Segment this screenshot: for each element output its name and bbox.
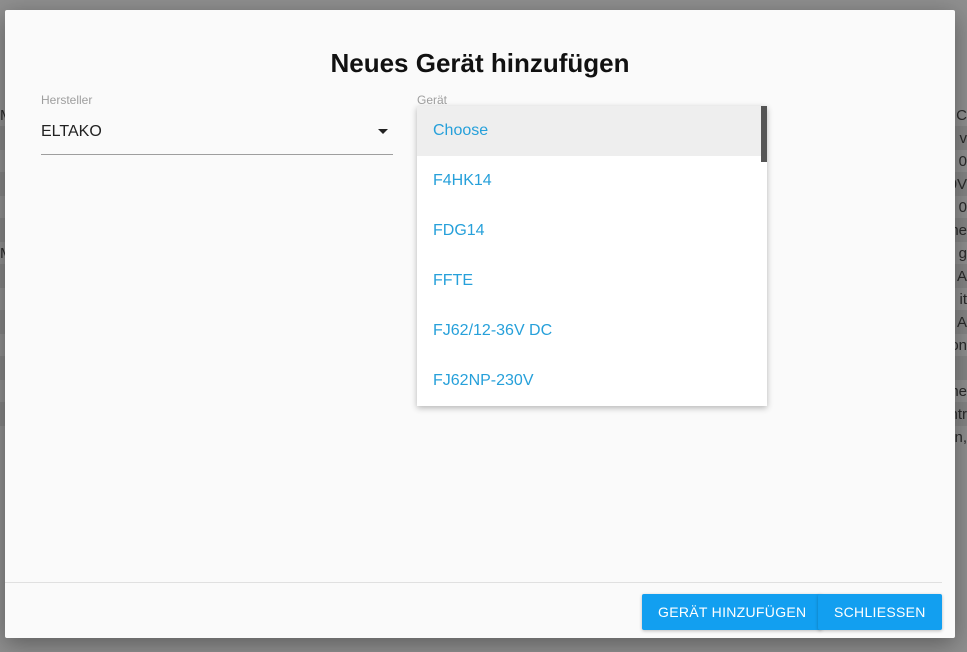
footer-divider [5, 582, 942, 583]
device-dropdown[interactable]: Choose F4HK14 FDG14 FFTE FJ62/12-36V DC … [417, 106, 767, 406]
background-text: C [956, 107, 967, 124]
device-label: Gerät [417, 93, 448, 107]
manufacturer-label: Hersteller [41, 93, 93, 107]
device-option-fj62np-230v[interactable]: FJ62NP-230V [417, 356, 767, 406]
close-button[interactable]: SCHLIESSEN [818, 594, 942, 630]
add-device-dialog: Neues Gerät hinzufügen Hersteller ELTAKO… [5, 10, 955, 638]
background-text: g [958, 245, 967, 262]
device-options-list: Choose F4HK14 FDG14 FFTE FJ62/12-36V DC … [417, 106, 767, 406]
device-option-choose[interactable]: Choose [417, 106, 767, 156]
dialog-title: Neues Gerät hinzufügen [330, 48, 630, 78]
manufacturer-select[interactable]: ELTAKO [41, 120, 393, 155]
add-device-button[interactable]: GERÄT HINZUFÜGEN [642, 594, 823, 630]
background-text: v [959, 130, 967, 147]
device-option-fj62-12-36v-dc[interactable]: FJ62/12-36V DC [417, 306, 767, 356]
background-text: 0 [958, 199, 967, 216]
device-option-fdg14[interactable]: FDG14 [417, 206, 767, 256]
dropdown-scrollbar[interactable] [761, 106, 767, 162]
device-option-ffte[interactable]: FFTE [417, 256, 767, 306]
background-text: A [956, 268, 967, 285]
caret-down-icon [378, 129, 388, 134]
manufacturer-value: ELTAKO [41, 123, 102, 140]
background-text: A [956, 314, 967, 331]
device-option-f4hk14[interactable]: F4HK14 [417, 156, 767, 206]
background-text: n, [954, 429, 967, 446]
background-text: 0 [958, 153, 967, 170]
background-text: it [959, 291, 967, 308]
